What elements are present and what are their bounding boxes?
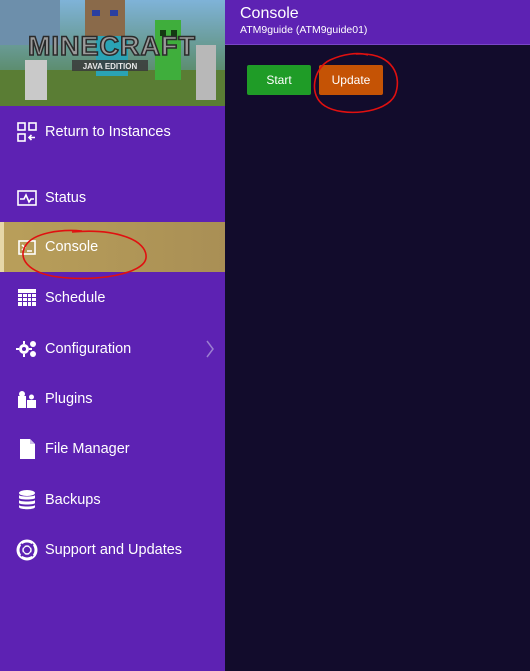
sidebar-item-console[interactable]: Console: [0, 222, 225, 272]
sidebar-item-label: Support and Updates: [45, 542, 183, 558]
gears-icon: [16, 338, 38, 360]
chevron-right-icon[interactable]: [205, 339, 215, 359]
puzzle-icon: [16, 388, 38, 410]
minecraft-banner-art: MINECRAFT JAVA EDITION: [0, 0, 225, 106]
console-area: [225, 45, 530, 671]
minecraft-banner: MINECRAFT JAVA EDITION: [0, 0, 225, 106]
sidebar: MINECRAFT JAVA EDITION Return to Instanc…: [0, 0, 225, 671]
sidebar-item-label: Console: [45, 239, 99, 255]
grid-return-icon: [16, 121, 38, 143]
sidebar-item-file-manager[interactable]: File Manager: [0, 424, 225, 474]
sidebar-item-plugins[interactable]: Plugins: [0, 374, 225, 424]
file-icon: [16, 438, 38, 460]
sidebar-item-label: Plugins: [45, 391, 93, 407]
database-icon: [16, 489, 38, 511]
start-button[interactable]: Start: [247, 65, 311, 95]
java-edition-label: JAVA EDITION: [83, 62, 138, 71]
minecraft-logo: MINECRAFT: [28, 31, 196, 61]
calendar-icon: [16, 287, 38, 309]
sidebar-item-schedule[interactable]: Schedule: [0, 273, 225, 323]
sidebar-item-label: Status: [45, 190, 87, 206]
console-icon: [16, 236, 38, 258]
sidebar-item-support-and-updates[interactable]: Support and Updates: [0, 525, 225, 575]
update-button[interactable]: Update: [319, 65, 383, 95]
sidebar-item-label: Configuration: [45, 341, 132, 357]
page-title: Console: [240, 5, 299, 22]
lifebuoy-icon: [16, 539, 38, 561]
sidebar-item-label: Backups: [45, 492, 101, 508]
sidebar-item-status[interactable]: Status: [0, 173, 225, 223]
sidebar-item-configuration[interactable]: Configuration: [0, 324, 225, 374]
instance-subtitle: ATM9guide (ATM9guide01): [240, 24, 368, 36]
sidebar-item-label: Schedule: [45, 290, 106, 306]
status-monitor-icon: [16, 187, 38, 209]
page-header: Console ATM9guide (ATM9guide01): [225, 0, 530, 45]
sidebar-item-label: File Manager: [45, 441, 130, 457]
sidebar-item-label: Return to Instances: [45, 124, 171, 140]
sidebar-item-backups[interactable]: Backups: [0, 475, 225, 525]
sidebar-item-return-to-instances[interactable]: Return to Instances: [0, 107, 225, 157]
